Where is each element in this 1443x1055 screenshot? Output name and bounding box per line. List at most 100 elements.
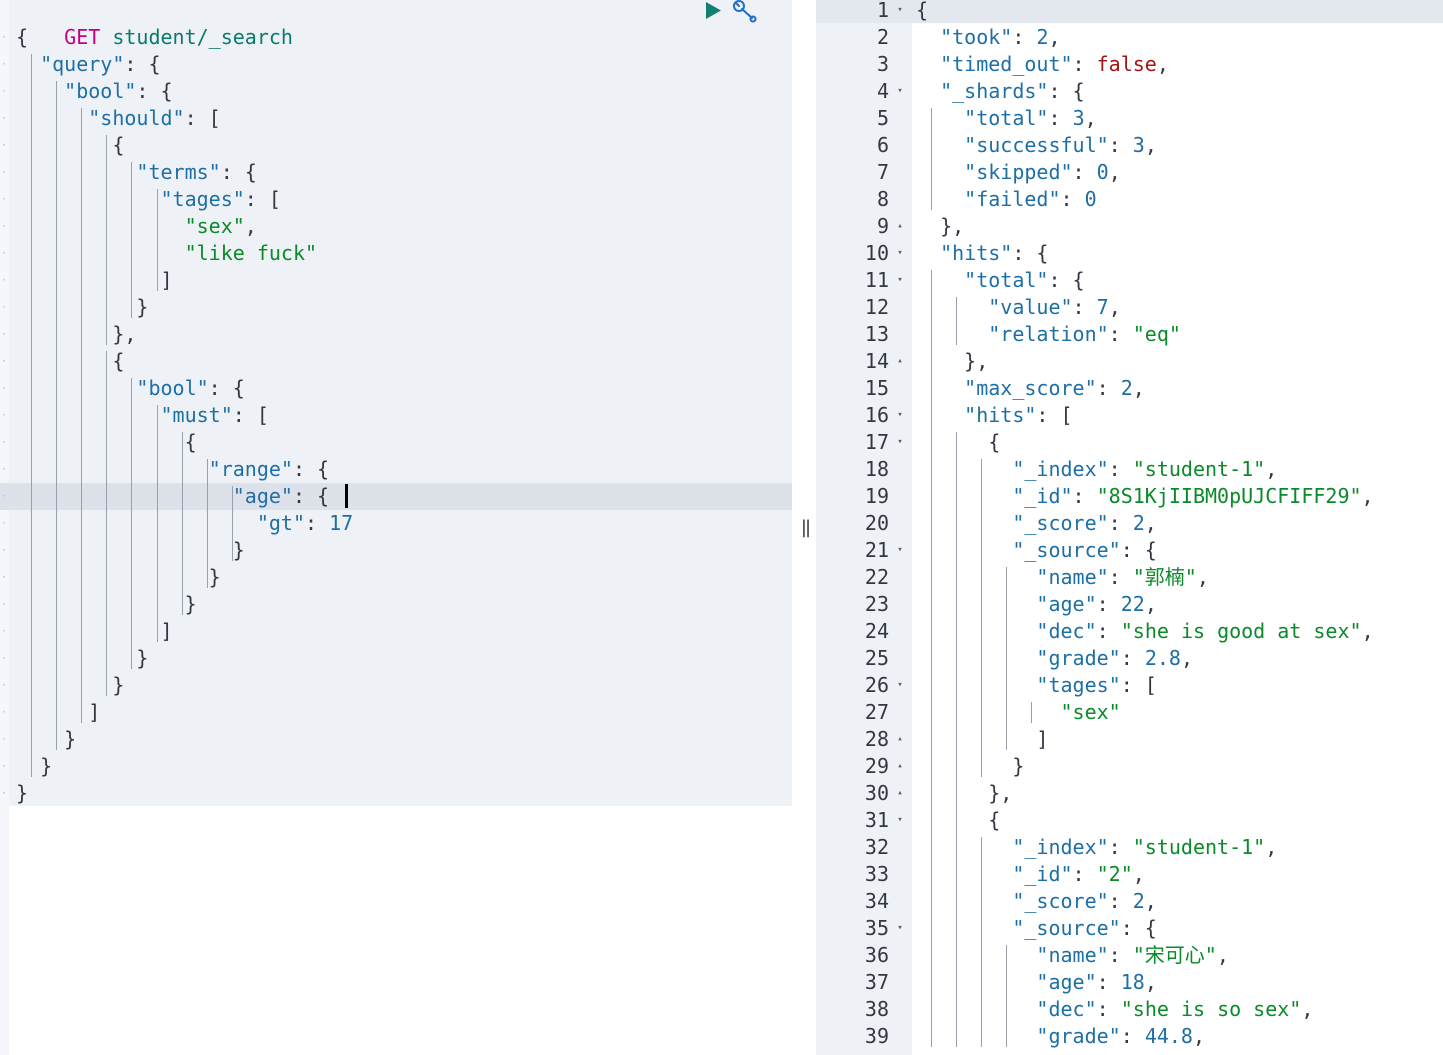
request-body-line[interactable]: "gt": 17 (16, 510, 353, 537)
json-key: "_id" (1012, 862, 1073, 886)
response-line: "name": "宋可心", (916, 942, 1228, 969)
request-body-line[interactable]: } (16, 294, 148, 321)
fold-expand-icon[interactable]: ▴ (894, 213, 906, 240)
fold-collapse-icon[interactable]: ▾ (894, 807, 906, 834)
request-body-line[interactable]: "bool": { (16, 78, 172, 105)
fold-collapse-icon[interactable]: ▾ (894, 267, 906, 294)
request-body-line[interactable]: ] (16, 267, 172, 294)
json-punctuation: , (1265, 457, 1278, 481)
json-punctuation: , (1144, 970, 1157, 994)
request-body-line[interactable]: "range": { (16, 456, 329, 483)
json-punctuation: } (16, 754, 53, 778)
json-punctuation: : [ (1036, 403, 1073, 427)
json-number: 2.8 (1144, 646, 1181, 670)
request-body-line[interactable]: "must": [ (16, 402, 269, 429)
json-punctuation: ] (16, 619, 173, 643)
fold-collapse-icon[interactable]: ▾ (894, 0, 906, 24)
gutter-dot: · (1, 456, 7, 483)
json-punctuation: , (1192, 1024, 1206, 1048)
fold-collapse-icon[interactable]: ▾ (894, 672, 906, 699)
run-request-button[interactable] (702, 0, 726, 22)
json-punctuation (916, 187, 964, 211)
request-line[interactable]: GET student/_search (16, 0, 293, 49)
gutter-dot: · (1, 726, 7, 753)
json-key: "tages" (160, 187, 245, 211)
response-line: } (916, 753, 1024, 780)
request-body-line[interactable]: ] (16, 618, 173, 645)
line-number: 31 (864, 808, 889, 832)
request-body-line[interactable]: } (16, 564, 221, 591)
json-punctuation: : (1072, 295, 1097, 319)
request-body-line[interactable]: "like fuck" (16, 240, 317, 267)
json-string: "she is good at sex" (1120, 619, 1362, 643)
json-key: "_score" (1012, 889, 1109, 913)
request-body-line[interactable]: } (16, 753, 52, 780)
fold-collapse-icon[interactable]: ▾ (894, 240, 906, 267)
json-punctuation: : (305, 511, 330, 535)
request-body-line[interactable]: }, (16, 321, 136, 348)
response-line: "total": 3, (916, 105, 1096, 132)
gutter-dot: · (1, 105, 7, 132)
fold-collapse-icon[interactable]: ▾ (894, 915, 906, 942)
request-options-button[interactable] (730, 0, 760, 24)
fold-collapse-icon[interactable]: ▾ (894, 537, 906, 564)
json-punctuation: { (916, 808, 1001, 832)
request-body-line[interactable]: { (16, 348, 124, 375)
request-body-line[interactable]: "terms": { (16, 159, 256, 186)
fold-collapse-icon[interactable]: ▾ (894, 402, 906, 429)
json-punctuation: , (1108, 295, 1121, 319)
request-body-line[interactable]: "sex", (16, 213, 257, 240)
fold-expand-icon[interactable]: ▴ (894, 348, 906, 375)
json-key: "dec" (1036, 997, 1097, 1021)
fold-collapse-icon[interactable]: ▾ (894, 78, 906, 105)
json-key: "name" (1036, 565, 1109, 589)
gutter-dot: · (1, 240, 7, 267)
json-number: 0 (1096, 160, 1109, 184)
line-number: 39 (864, 1024, 889, 1048)
json-punctuation: : (1096, 592, 1121, 616)
gutter-dot: · (1, 321, 7, 348)
request-body-line[interactable]: } (16, 591, 197, 618)
request-body-line[interactable]: } (16, 645, 148, 672)
response-line: "age": 22, (916, 591, 1156, 618)
json-punctuation (16, 403, 161, 427)
request-body-line[interactable]: "age": { (16, 483, 329, 510)
json-punctuation (16, 52, 40, 76)
pane-resize-handle[interactable]: || (794, 0, 816, 1055)
json-punctuation (916, 79, 940, 103)
json-punctuation: : (1108, 835, 1133, 859)
response-viewer[interactable]: 1 ▾{2 "took": 2, 3 "timed_out": false, 4 ▾ "… (816, 0, 1443, 1055)
fold-expand-icon[interactable]: ▴ (894, 726, 906, 753)
json-string: "宋可心" (1132, 943, 1217, 967)
request-body-line[interactable]: { (16, 429, 197, 456)
json-punctuation (16, 160, 136, 184)
gutter-dot: · (1, 591, 7, 618)
request-body-line[interactable]: } (16, 672, 124, 699)
request-editor[interactable]: ····························· GET studen… (0, 0, 792, 1055)
request-body-line[interactable]: } (16, 726, 76, 753)
request-body-line[interactable]: { (16, 24, 28, 51)
json-punctuation: : { (1048, 268, 1085, 292)
fold-expand-icon[interactable]: ▴ (894, 780, 906, 807)
line-number: 12 (864, 295, 889, 319)
request-body-line[interactable]: { (16, 132, 124, 159)
json-punctuation: , (1108, 160, 1121, 184)
gutter-dot: · (1, 645, 7, 672)
request-body-line[interactable]: "query": { (16, 51, 160, 78)
json-string: "郭楠" (1132, 565, 1197, 589)
request-body-line[interactable]: "bool": { (16, 375, 244, 402)
json-punctuation: { (16, 349, 125, 373)
request-body-line[interactable]: "tages": [ (16, 186, 281, 213)
fold-collapse-icon[interactable]: ▾ (894, 429, 906, 456)
json-punctuation: : (1072, 484, 1097, 508)
json-punctuation (916, 592, 1036, 616)
request-body-line[interactable]: ] (16, 699, 100, 726)
request-body-line[interactable]: "should": [ (16, 105, 220, 132)
request-body-line[interactable]: } (16, 537, 245, 564)
line-number: 6 (876, 133, 889, 157)
json-key: "hits" (940, 241, 1013, 265)
request-body-line[interactable]: } (16, 780, 28, 807)
fold-expand-icon[interactable]: ▴ (894, 753, 906, 780)
json-punctuation: { (16, 25, 29, 49)
response-line: "_score": 2, (916, 888, 1157, 915)
